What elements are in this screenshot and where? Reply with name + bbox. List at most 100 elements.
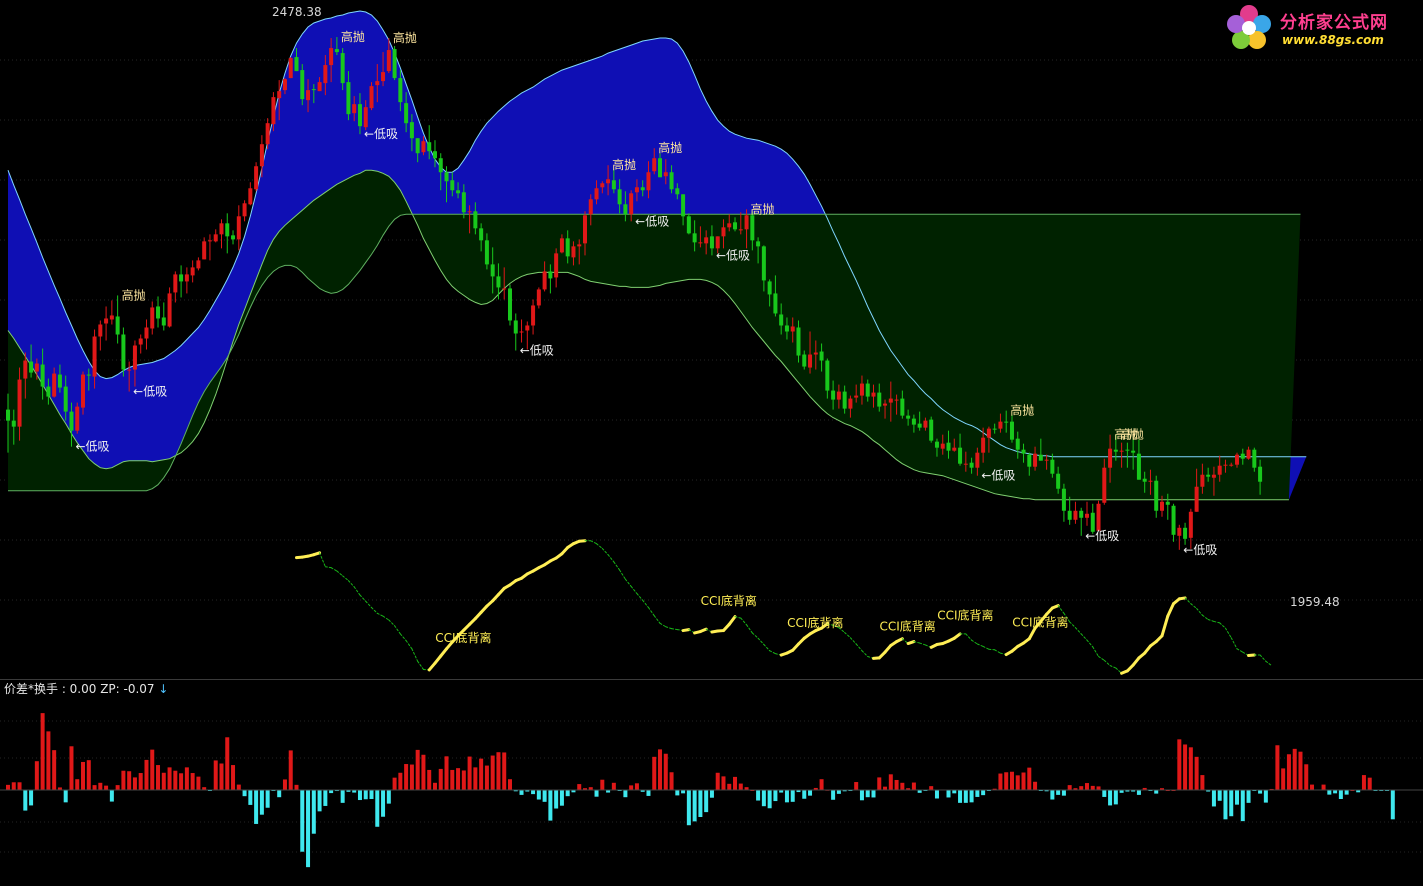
cci-segment xyxy=(630,585,638,595)
histogram-bar xyxy=(496,752,501,790)
cci-segment xyxy=(607,554,615,563)
histogram-bar xyxy=(1050,790,1055,800)
histogram-bar xyxy=(398,772,403,790)
candle-body xyxy=(1211,474,1216,478)
cci-segment xyxy=(613,561,621,571)
candle-body xyxy=(11,420,16,427)
histogram-bar xyxy=(363,790,368,800)
histogram-bar xyxy=(156,765,161,790)
candle-body xyxy=(513,320,518,334)
histogram-bar xyxy=(1333,790,1338,794)
candle-body xyxy=(1125,449,1130,451)
histogram-bar xyxy=(1286,754,1291,790)
histogram-bar xyxy=(421,754,426,790)
candle-body xyxy=(548,271,553,279)
candle-body xyxy=(859,383,864,396)
histogram-bar xyxy=(1361,775,1366,790)
cci-segment xyxy=(1213,620,1221,624)
candle-body xyxy=(808,354,813,368)
cci-segment xyxy=(1190,603,1198,609)
candle-body xyxy=(265,123,270,145)
histogram-bar xyxy=(1090,785,1095,790)
candle-body xyxy=(444,172,449,182)
histogram-bar xyxy=(357,790,362,801)
histogram-bar xyxy=(669,772,674,790)
candle-body xyxy=(658,158,663,178)
sell-signal-label: 高抛 xyxy=(1120,427,1144,442)
cci-segment xyxy=(1098,655,1105,661)
cci-segment xyxy=(411,648,419,662)
candle-body xyxy=(81,374,86,408)
histogram-bar xyxy=(265,790,270,808)
cci-segment xyxy=(746,624,753,634)
cci-segment xyxy=(681,628,691,633)
indicator-values: 价差*换手 : 0.00 ZP: -0.07 xyxy=(4,682,155,696)
cci-segment xyxy=(1230,637,1238,650)
candle-body xyxy=(750,215,755,241)
histogram-bar xyxy=(138,773,143,790)
cci-segment xyxy=(895,637,904,644)
candle-body xyxy=(115,316,120,335)
candle-body xyxy=(819,351,824,361)
histogram-bar xyxy=(675,790,680,796)
site-logo[interactable]: 分析家公式网 www.88gs.com xyxy=(1222,2,1420,54)
histogram-bar xyxy=(259,790,264,815)
candle-body xyxy=(1200,474,1205,487)
candle-body xyxy=(531,305,536,326)
candle-body xyxy=(1015,438,1020,450)
candle-body xyxy=(432,151,437,159)
histogram-bar xyxy=(467,756,472,790)
histogram-bar xyxy=(981,790,986,796)
cci-divergence-label: CCI底背离 xyxy=(787,615,843,630)
histogram-bar xyxy=(340,790,345,803)
candle-body xyxy=(865,383,870,397)
candle-body xyxy=(231,235,236,240)
cci-segment xyxy=(1196,607,1203,616)
candle-body xyxy=(981,437,986,453)
cci-segment xyxy=(417,660,424,670)
candle-body xyxy=(409,122,414,139)
cci-divergence-label: CCI底背离 xyxy=(701,593,757,608)
histogram-bar xyxy=(819,779,824,790)
histogram-bar xyxy=(1321,784,1326,790)
price-high-label: 2478.38 xyxy=(272,5,322,19)
histogram-bar xyxy=(150,749,155,790)
candle-body xyxy=(69,411,74,431)
cci-segment xyxy=(336,570,344,577)
candle-body xyxy=(179,274,184,282)
histogram-bar xyxy=(69,746,74,790)
histogram-bar xyxy=(975,790,980,797)
histogram-bar xyxy=(1298,751,1303,790)
site-url: www.88gs.com xyxy=(1282,33,1384,47)
candle-body xyxy=(952,447,957,451)
cci-segment xyxy=(642,599,649,609)
histogram-bar xyxy=(952,790,957,794)
candle-body xyxy=(282,79,287,91)
histogram-bar xyxy=(415,749,420,790)
candle-body xyxy=(17,379,22,427)
candle-body xyxy=(1223,464,1228,466)
histogram-bar xyxy=(519,790,524,795)
cci-segment xyxy=(376,612,384,617)
candle-body xyxy=(969,462,974,468)
histogram-bar xyxy=(1033,781,1038,790)
candle-body xyxy=(1229,464,1234,466)
cci-segment xyxy=(976,643,984,647)
candle-body xyxy=(1183,527,1188,539)
cci-segment xyxy=(769,650,776,655)
histogram-bar xyxy=(1015,775,1020,790)
candle-body xyxy=(1194,486,1199,512)
histogram-bar xyxy=(1246,790,1251,803)
cci-segment xyxy=(653,615,661,624)
histogram-bar xyxy=(1229,790,1234,817)
candle-body xyxy=(594,188,599,200)
histogram-bar xyxy=(629,785,634,790)
cci-segment xyxy=(405,640,413,650)
histogram-bar xyxy=(1027,767,1032,790)
cci-segment xyxy=(399,633,407,642)
candle-body xyxy=(415,138,420,154)
candle-body xyxy=(1096,503,1101,531)
flower-logo-icon xyxy=(1227,5,1271,49)
candle-body xyxy=(184,274,189,282)
candle-body xyxy=(686,216,691,234)
